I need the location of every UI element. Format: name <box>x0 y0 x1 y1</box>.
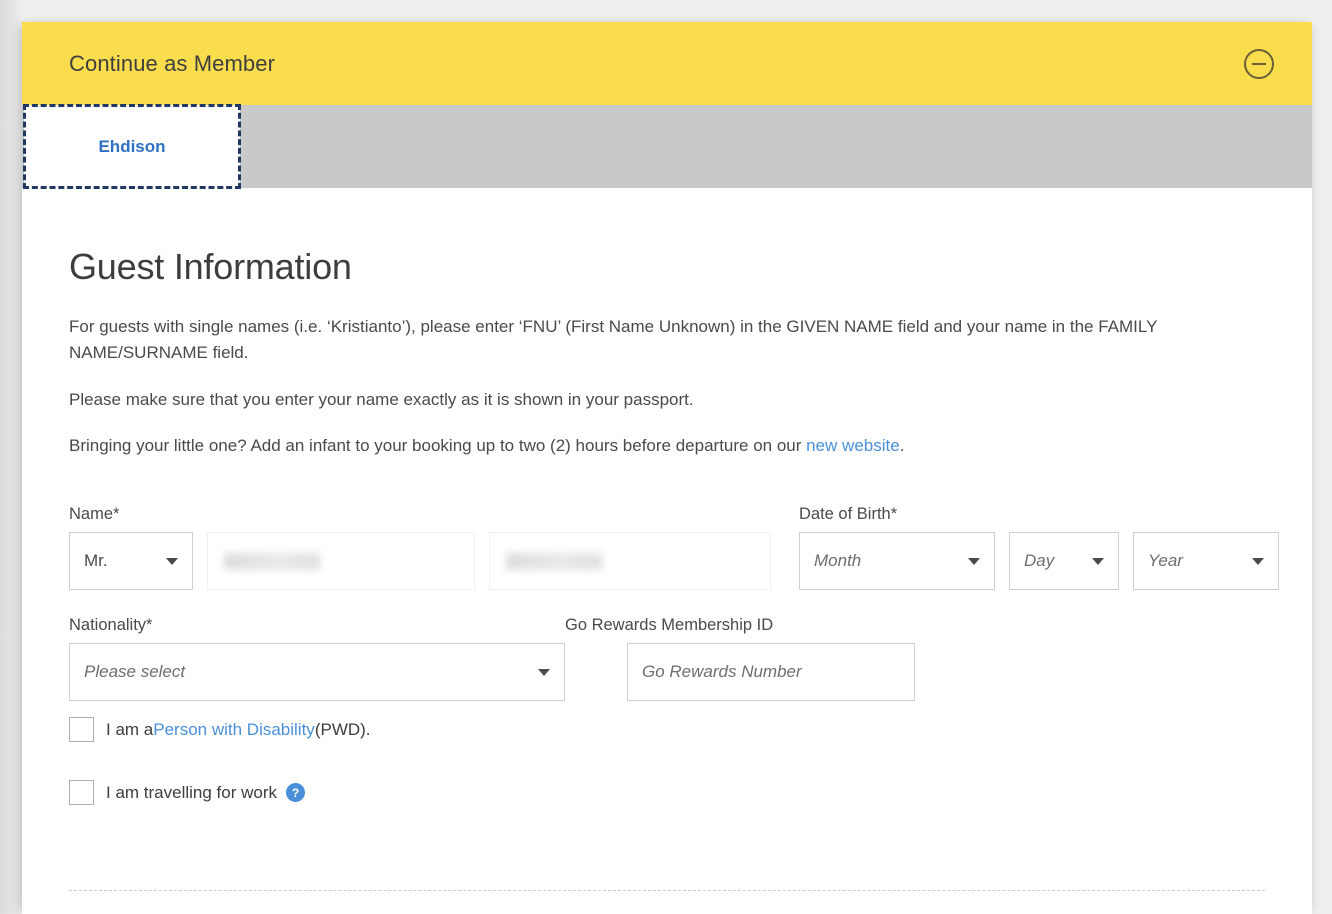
person-with-disability-link[interactable]: Person with Disability <box>153 720 315 740</box>
dob-label: Date of Birth* <box>799 505 1279 524</box>
chevron-down-icon <box>538 669 550 676</box>
tab-label: Ehdison <box>98 137 165 157</box>
passenger-tabstrip: Ehdison <box>22 105 1312 188</box>
pwd-checkbox[interactable] <box>69 717 94 742</box>
nationality-select[interactable]: Please select <box>69 643 565 701</box>
nationality-label: Nationality* <box>69 616 565 635</box>
guest-information-section: Guest Information For guests with single… <box>22 188 1312 908</box>
dob-year-select[interactable]: Year <box>1133 532 1279 590</box>
name-and-dob-row: Name* Mr. Da <box>69 505 1265 590</box>
dob-month-select[interactable]: Month <box>799 532 995 590</box>
accordion-header[interactable]: Continue as Member <box>22 22 1312 105</box>
infant-text-before: Bringing your little one? Add an infant … <box>69 436 806 455</box>
travelling-for-work-checkbox[interactable] <box>69 780 94 805</box>
pwd-text-after: (PWD). <box>315 720 371 740</box>
dob-day-select[interactable]: Day <box>1009 532 1119 590</box>
gorewards-label: Go Rewards Membership ID <box>565 616 915 635</box>
name-label: Name* <box>69 505 771 524</box>
chevron-down-icon <box>1252 558 1264 565</box>
chevron-down-icon <box>1092 558 1104 565</box>
intro-paragraph-2: Please make sure that you enter your nam… <box>69 387 1265 413</box>
nationality-value: Please select <box>84 662 185 682</box>
chevron-down-icon <box>968 558 980 565</box>
name-inputs-row: Mr. <box>69 532 771 590</box>
dob-day-value: Day <box>1024 551 1054 571</box>
given-name-input[interactable] <box>207 532 475 590</box>
gorewards-field-group: Go Rewards Membership ID Go Rewards Numb… <box>565 616 915 701</box>
dob-inputs-row: Month Day Year <box>799 532 1279 590</box>
dob-month-value: Month <box>814 551 861 571</box>
redacted-family-name <box>506 553 602 570</box>
family-name-input[interactable] <box>489 532 771 590</box>
travelling-for-work-label: I am travelling for work <box>106 783 277 803</box>
nationality-field-group: Nationality* Please select <box>69 616 565 701</box>
pwd-text-before: I am a <box>106 720 153 740</box>
guest-form: Name* Mr. Da <box>69 505 1265 805</box>
intro-paragraph-3: Bringing your little one? Add an infant … <box>69 433 1265 459</box>
gorewards-input[interactable]: Go Rewards Number <box>627 643 915 701</box>
new-website-link[interactable]: new website <box>806 436 900 455</box>
page-title: Guest Information <box>69 246 1265 288</box>
dob-year-value: Year <box>1148 551 1183 571</box>
title-select[interactable]: Mr. <box>69 532 193 590</box>
name-field-group: Name* Mr. <box>69 505 771 590</box>
accordion-title: Continue as Member <box>69 51 275 77</box>
section-divider <box>69 890 1265 891</box>
chevron-down-icon <box>166 558 178 565</box>
question-mark-icon[interactable]: ? <box>286 783 305 802</box>
travelling-for-work-row[interactable]: I am travelling for work ? <box>69 780 1265 805</box>
gorewards-placeholder: Go Rewards Number <box>642 662 802 682</box>
infant-text-after: . <box>900 436 905 455</box>
circle-minus-icon[interactable] <box>1244 49 1274 79</box>
nationality-and-rewards-row: Nationality* Please select Go Rewards Me… <box>69 616 1265 701</box>
pwd-checkbox-row[interactable]: I am a Person with Disability (PWD). <box>69 717 1265 742</box>
intro-paragraph-1: For guests with single names (i.e. ‘Kris… <box>69 314 1265 367</box>
redacted-given-name <box>224 553 320 570</box>
title-select-value: Mr. <box>84 551 108 571</box>
tab-passenger-ehdison[interactable]: Ehdison <box>24 105 240 188</box>
dob-field-group: Date of Birth* Month Day Year <box>799 505 1279 590</box>
member-accordion-panel: Continue as Member Ehdison Guest Informa… <box>22 22 1312 914</box>
